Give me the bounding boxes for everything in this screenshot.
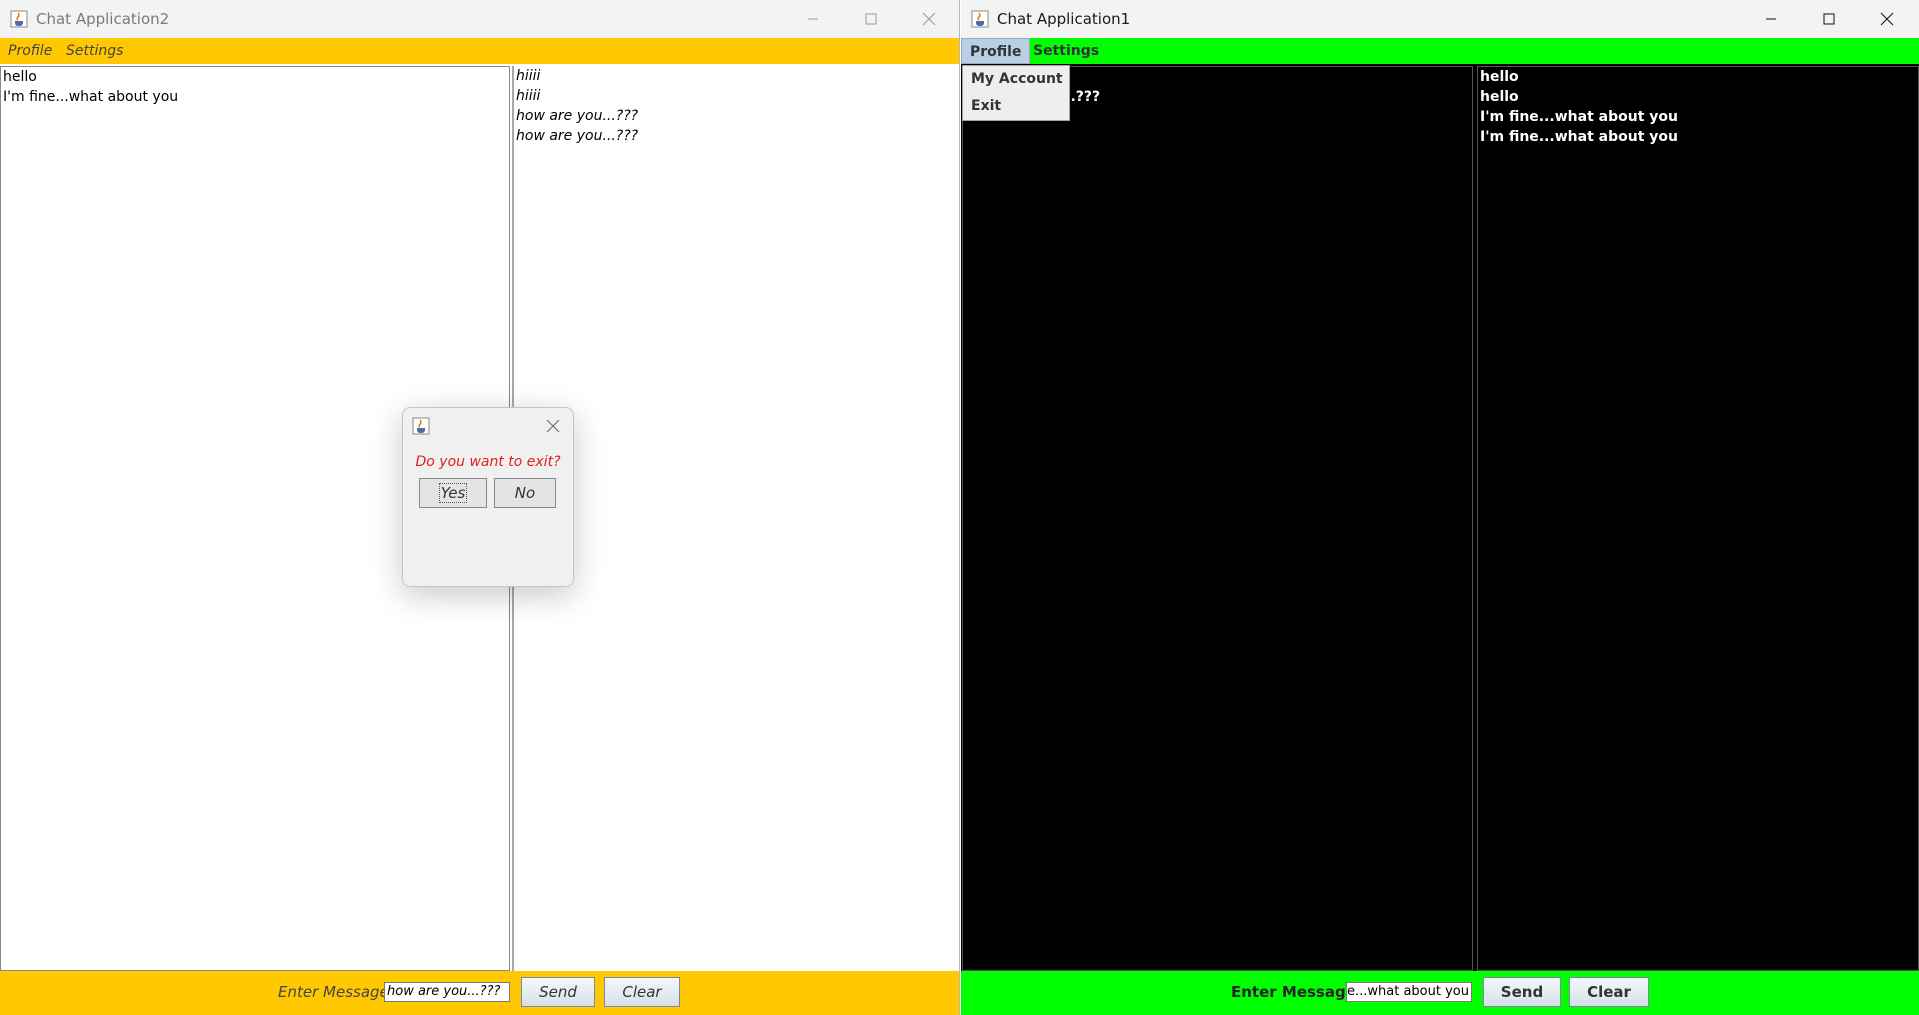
sent-messages-pane[interactable]: hello hello I'm fine...what about you I'… [1477,66,1919,971]
maximize-icon [865,13,877,25]
message-line: I'm fine...what about you [1480,129,1678,145]
close-icon [922,12,936,26]
title-bar[interactable]: Chat Application1 [961,0,1919,38]
enter-message-label: Enter Message [1231,983,1356,1001]
close-icon[interactable] [543,416,563,436]
menu-bar: Profile Settings [961,38,1919,64]
no-button[interactable]: No [494,478,556,508]
menu-settings[interactable]: Settings [1025,38,1107,64]
close-button[interactable] [900,0,958,38]
message-line: hiiii [516,68,541,84]
received-messages-pane[interactable]: how are you...??? [962,66,1473,971]
java-app-icon [971,10,989,28]
minimize-button[interactable] [1742,0,1800,38]
enter-message-label: Enter Message [278,983,389,1001]
exit-confirm-dialog: Do you want to exit? Yes No [402,407,574,587]
clear-button[interactable]: Clear [1569,977,1649,1007]
send-button[interactable]: Send [521,977,595,1007]
message-input[interactable]: how are you...??? [384,982,510,1002]
maximize-button[interactable] [1800,0,1858,38]
message-bar: Enter Message I'm fine...what about you … [961,971,1919,1015]
send-button[interactable]: Send [1483,977,1561,1007]
java-app-icon [10,10,28,28]
yes-button[interactable]: Yes [419,478,487,508]
message-line: I'm fine...what about you [3,89,179,105]
menu-settings[interactable]: Settings [58,38,131,64]
close-button[interactable] [1858,0,1916,38]
menu-item-my-account[interactable]: My Account [963,66,1069,93]
minimize-icon [1766,18,1776,20]
menu-bar: Profile Settings [0,38,959,64]
dialog-message: Do you want to exit? [415,454,561,470]
window-title: Chat Application1 [997,10,1131,28]
window-title: Chat Application2 [36,10,170,28]
minimize-button[interactable] [784,0,842,38]
message-line: how are you...??? [516,128,639,144]
menu-item-exit[interactable]: Exit [963,93,1069,120]
menu-profile[interactable]: Profile [961,38,1031,64]
message-line: hiiii [516,88,541,104]
profile-dropdown-menu: My Account Exit [962,65,1070,121]
message-line: hello [1480,89,1519,105]
message-bar: Enter Message how are you...??? Send Cle… [0,971,959,1015]
message-line: how are you...??? [516,108,639,124]
maximize-icon [1823,13,1835,25]
sent-messages-pane[interactable]: hiiii hiiii how are you...??? how are yo… [512,66,958,971]
java-app-icon [412,417,430,435]
message-line: I'm fine...what about you [1480,109,1678,125]
yes-button-label: Yes [438,483,468,503]
message-line: hello [1480,69,1519,85]
message-line: hello [3,69,37,85]
title-bar[interactable]: Chat Application2 [0,0,959,38]
menu-profile[interactable]: Profile [0,38,60,64]
maximize-button[interactable] [842,0,900,38]
clear-button[interactable]: Clear [604,977,680,1007]
message-input[interactable]: I'm fine...what about you [1346,982,1472,1002]
close-icon [1880,12,1894,26]
chat-window-1: Chat Application1 Profile Settings how a… [961,0,1919,1015]
minimize-icon [808,18,818,20]
